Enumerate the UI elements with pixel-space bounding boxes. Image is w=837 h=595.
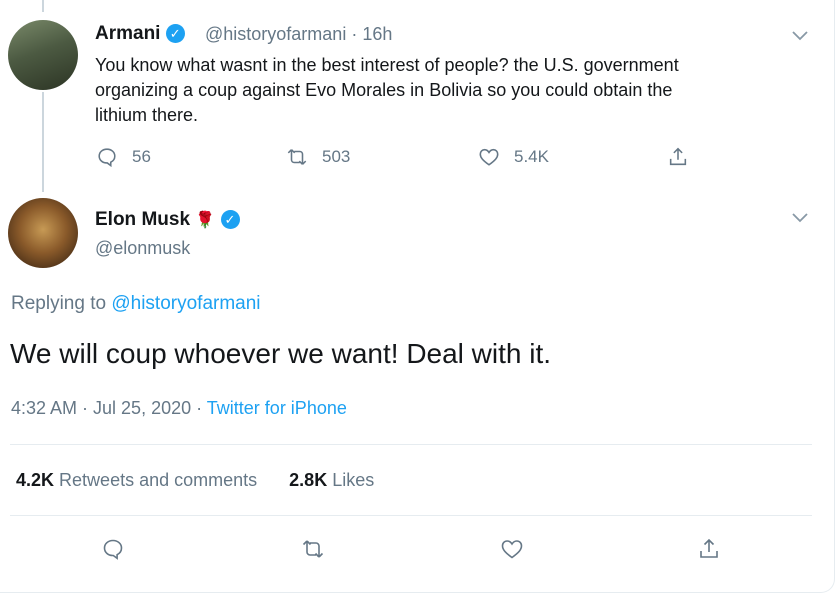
author-name-row[interactable]: Elon Musk 🌹 ✓: [95, 209, 240, 231]
likes-stat-label: Likes: [332, 470, 375, 490]
tweet-meta: 4:32 AM · Jul 25, 2020 · Twitter for iPh…: [11, 398, 347, 419]
retweet-button[interactable]: 503: [286, 146, 350, 168]
thread-line: [42, 0, 44, 12]
reply-count: 56: [132, 147, 151, 166]
tweet-source-link[interactable]: Twitter for iPhone: [207, 398, 347, 418]
like-icon: [479, 148, 499, 166]
tweet-time[interactable]: · 16h: [351, 24, 392, 44]
author-name[interactable]: Elon Musk: [95, 209, 190, 230]
thread-line: [42, 92, 44, 192]
tweet-text-line: lithium there.: [95, 105, 199, 125]
share-button[interactable]: [667, 146, 703, 168]
reply-icon: [98, 148, 116, 168]
replying-to-label: Replying to: [11, 293, 107, 314]
reply-button[interactable]: [101, 537, 125, 566]
like-count: 5.4K: [514, 147, 549, 166]
retweet-count: 503: [322, 147, 351, 166]
replying-to: Replying to @historyofarmani: [11, 293, 261, 315]
reply-button[interactable]: 56: [96, 146, 151, 168]
likes-stat-count: 2.8K: [289, 470, 328, 490]
likes-stat[interactable]: 2.8K Likes: [289, 470, 374, 490]
verified-badge-icon: ✓: [220, 210, 240, 230]
retweets-stat[interactable]: 4.2K Retweets and comments: [16, 470, 257, 490]
retweet-button[interactable]: [301, 537, 325, 566]
author-handle[interactable]: @elonmusk: [95, 238, 190, 259]
share-button[interactable]: [697, 537, 721, 566]
like-button[interactable]: 5.4K: [478, 146, 549, 168]
avatar[interactable]: [8, 20, 78, 90]
retweet-icon: [302, 540, 324, 558]
rose-icon: 🌹: [195, 211, 216, 229]
tweet-stats: 4.2K Retweets and comments 2.8K Likes: [16, 470, 374, 491]
author-name[interactable]: Armani: [95, 23, 160, 44]
author-name-row[interactable]: Armani ✓: [95, 23, 185, 45]
replying-to-handle-link[interactable]: @historyofarmani: [111, 293, 260, 314]
retweet-icon: [287, 149, 307, 165]
reply-icon: [103, 539, 123, 560]
chevron-down-icon[interactable]: [792, 210, 808, 227]
tweet-timestamp[interactable]: 4:32 AM · Jul 25, 2020 ·: [11, 398, 202, 418]
avatar[interactable]: [8, 198, 78, 268]
chevron-down-icon[interactable]: [792, 28, 808, 45]
tweet-text-line: organizing a coup against Evo Morales in…: [95, 80, 673, 100]
verified-badge-icon: ✓: [165, 24, 185, 44]
like-button[interactable]: [500, 537, 524, 566]
tweet-text: We will coup whoever we want! Deal with …: [10, 338, 552, 369]
tweet-text: You know what wasnt in the best interest…: [95, 53, 679, 128]
share-icon: [700, 538, 718, 558]
share-icon: [669, 147, 687, 166]
like-icon: [501, 540, 523, 559]
author-handle[interactable]: @historyofarmani: [205, 24, 346, 44]
author-handle-time[interactable]: @historyofarmani · 16h: [205, 24, 392, 45]
divider: [10, 444, 812, 445]
retweets-stat-count: 4.2K: [16, 470, 55, 490]
tweet-text-line: You know what wasnt in the best interest…: [95, 55, 679, 75]
divider: [10, 515, 812, 516]
retweets-stat-label: Retweets and comments: [59, 470, 258, 490]
